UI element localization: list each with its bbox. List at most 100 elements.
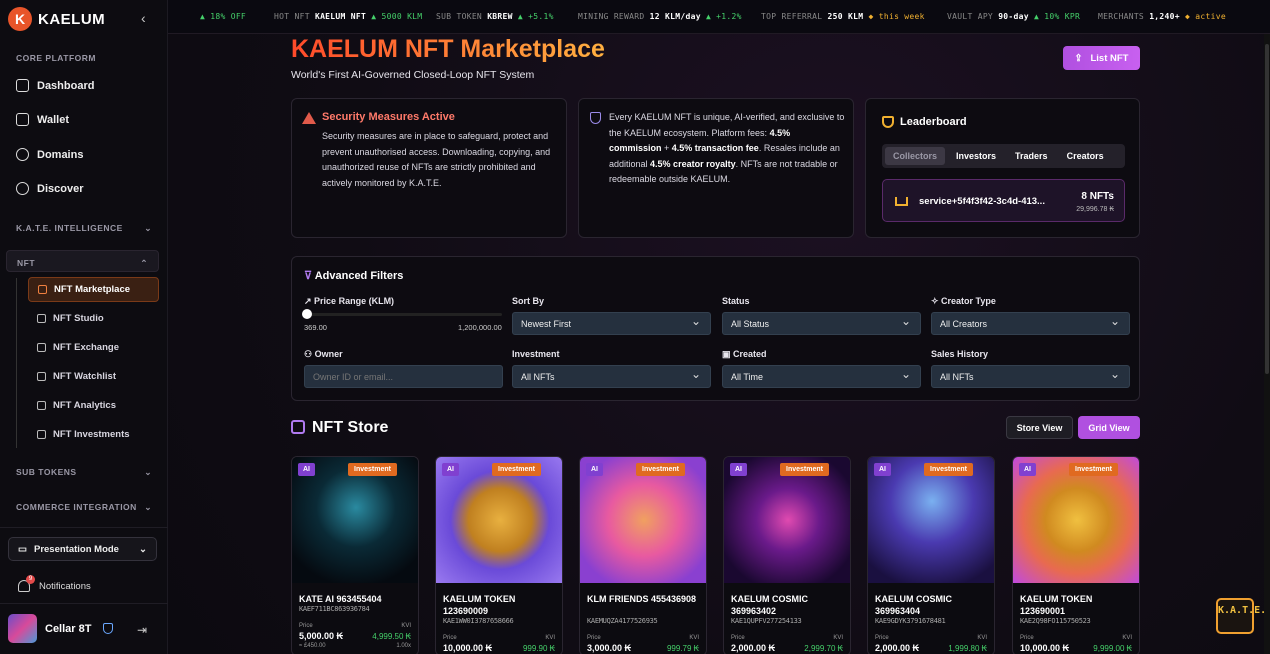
presentation-mode-select[interactable]: ▭ Presentation Mode ⌄ [8,537,157,561]
created-select[interactable]: All Time [722,365,921,388]
scrollbar[interactable] [1264,34,1270,654]
security-text: Security measures are in place to safegu… [322,131,551,188]
group-kate[interactable]: K.A.T.E. INTELLIGENCE ⌄ [16,223,152,234]
nft-id: KAE1WW0I3787658666 [443,617,514,625]
subnav-label: NFT Watchlist [53,371,116,382]
grid-view-button[interactable]: Grid View [1078,416,1140,439]
created-label: ▣ Created [722,349,767,360]
info-icon [16,182,29,195]
nft-card[interactable]: AI Investment KATE AI 963455404 KAEF711B… [291,456,419,654]
price-range-slider[interactable] [302,309,502,319]
nav-nft-analytics[interactable]: NFT Analytics [28,393,159,418]
notifications-label: Notifications [39,580,91,592]
ai-badge: AI [874,463,891,476]
investment-badge: Investment [492,463,541,476]
info-card: Every KAELUM NFT is unique, AI-verified,… [578,98,854,238]
entry-count: 8 NFTs [1081,191,1114,202]
filters-title-text: Advanced Filters [314,270,404,282]
nft-kvi: 999.90 ₭ [522,644,555,653]
ai-badge: AI [1019,463,1036,476]
nav-nft-watchlist[interactable]: NFT Watchlist [28,364,159,389]
kvi-label: KVI [833,635,843,641]
creator-type-select[interactable]: All Creators [931,312,1130,335]
security-card: Security Measures Active Security measur… [291,98,567,238]
chevron-down-icon: ⌄ [144,502,152,512]
avatar [8,614,37,643]
group-sub-tokens[interactable]: SUB TOKENS ⌄ [16,467,152,478]
nft-name: KAELUM COSMIC 369963402 [731,594,808,616]
collapse-sidebar-icon[interactable]: ‹ [141,10,146,26]
tab-creators[interactable]: Creators [1059,147,1112,165]
page-subtitle: World's First AI-Governed Closed-Loop NF… [291,69,535,81]
nft-card[interactable]: AI Investment KAELUM COSMIC 369963404 KA… [867,456,995,654]
bell-icon: 9 [18,575,35,592]
nft-name: KAELUM COSMIC 369963404 [875,594,952,616]
sales-history-select[interactable]: All NFTs [931,365,1130,388]
nft-card[interactable]: AI Investment KAELUM TOKEN 123690001 KAE… [1012,456,1140,654]
scrollbar-thumb[interactable] [1265,44,1269,374]
nav-nft-studio[interactable]: NFT Studio [28,306,159,331]
logo-text: KAELUM [38,10,106,28]
nft-price: 3,000.00 ₭ [587,643,632,653]
nft-id: KAEF711BC863936784 [299,605,370,613]
tab-collectors[interactable]: Collectors [885,147,946,165]
nav-nft-exchange[interactable]: NFT Exchange [28,335,159,360]
price-label: Price [443,635,457,641]
ticker-item: TOP REFERRAL 250 KLM ◆ this week [761,12,925,21]
group-commerce[interactable]: COMMERCE INTEGRATION ⌄ [16,502,152,513]
group-label: K.A.T.E. INTELLIGENCE [16,223,123,233]
nav-wallet[interactable]: Wallet [16,113,69,126]
nft-card[interactable]: AI Investment KAELUM COSMIC 369963402 KA… [723,456,851,654]
group-nft[interactable]: NFT ⌃ [6,250,159,272]
store-icon [291,420,305,434]
kate-assistant-button[interactable]: K.A.T.E. [1216,598,1266,634]
group-label: SUB TOKENS [16,467,77,477]
divider [0,527,168,528]
sales-history-label: Sales History [931,349,989,359]
group-label: COMMERCE INTEGRATION [16,502,137,512]
nav-discover[interactable]: Discover [16,182,83,195]
status-select[interactable]: All Status [722,312,921,335]
nav-domains[interactable]: Domains [16,148,83,161]
investment-badge: Investment [1069,463,1118,476]
nft-id: KAE9GDYK3791678481 [875,617,946,625]
leaderboard-entry[interactable]: service+5f4f3f42-3c4d-413... 8 NFTs 29,9… [882,179,1125,222]
user-profile[interactable]: Cellar 8T [8,614,114,643]
grid-icon [16,79,29,92]
trend-icon: ↗ [304,296,315,306]
nft-kvi: 9,999.00 ₭ [1093,644,1132,653]
logout-icon[interactable]: ⇥ [137,623,147,637]
investment-select[interactable]: All NFTs [512,365,711,388]
ticker-item: SUB TOKEN KBREW ▲ +5.1% [436,12,554,21]
gift-icon [37,372,46,381]
owner-input[interactable] [304,365,503,388]
status-label: Status [722,296,750,306]
chevron-down-icon: ⌄ [144,467,152,477]
nft-card[interactable]: AI Investment KAELUM TOKEN 123690009 KAE… [435,456,563,654]
nft-kvi: 2,999.70 ₭ [804,644,843,653]
nft-kvi: 999.79 ₭ [666,644,699,653]
list-nft-button[interactable]: ⇪ List NFT [1063,46,1140,70]
logo[interactable]: K KAELUM [8,7,105,31]
tree-line [16,278,17,448]
group-label: NFT [17,258,36,268]
price-min: 369.00 [304,323,327,332]
subnav-label: NFT Exchange [53,342,119,353]
notifications[interactable]: 9 Notifications [18,575,91,592]
investment-badge: Investment [636,463,685,476]
nft-card[interactable]: AI Investment KLM FRIENDS 455436908 KAEM… [579,456,707,654]
leaderboard-card: Leaderboard Collectors Investors Traders… [865,98,1140,238]
owner-text: Owner [314,349,343,359]
store-view-button[interactable]: Store View [1006,416,1073,439]
slider-handle[interactable] [302,309,312,319]
tab-traders[interactable]: Traders [1007,147,1056,165]
nav-dashboard[interactable]: Dashboard [16,79,94,92]
nft-multiplier: 1.00x [396,643,411,649]
nav-nft-investments[interactable]: NFT Investments [28,422,159,447]
sort-select[interactable]: Newest First [512,312,711,335]
nft-price: 10,000.00 ₭ [443,643,493,653]
chevron-down-icon: ⌄ [144,223,152,233]
nav-nft-marketplace[interactable]: NFT Marketplace [28,277,159,302]
security-title: Security Measures Active [322,111,455,123]
tab-investors[interactable]: Investors [948,147,1004,165]
